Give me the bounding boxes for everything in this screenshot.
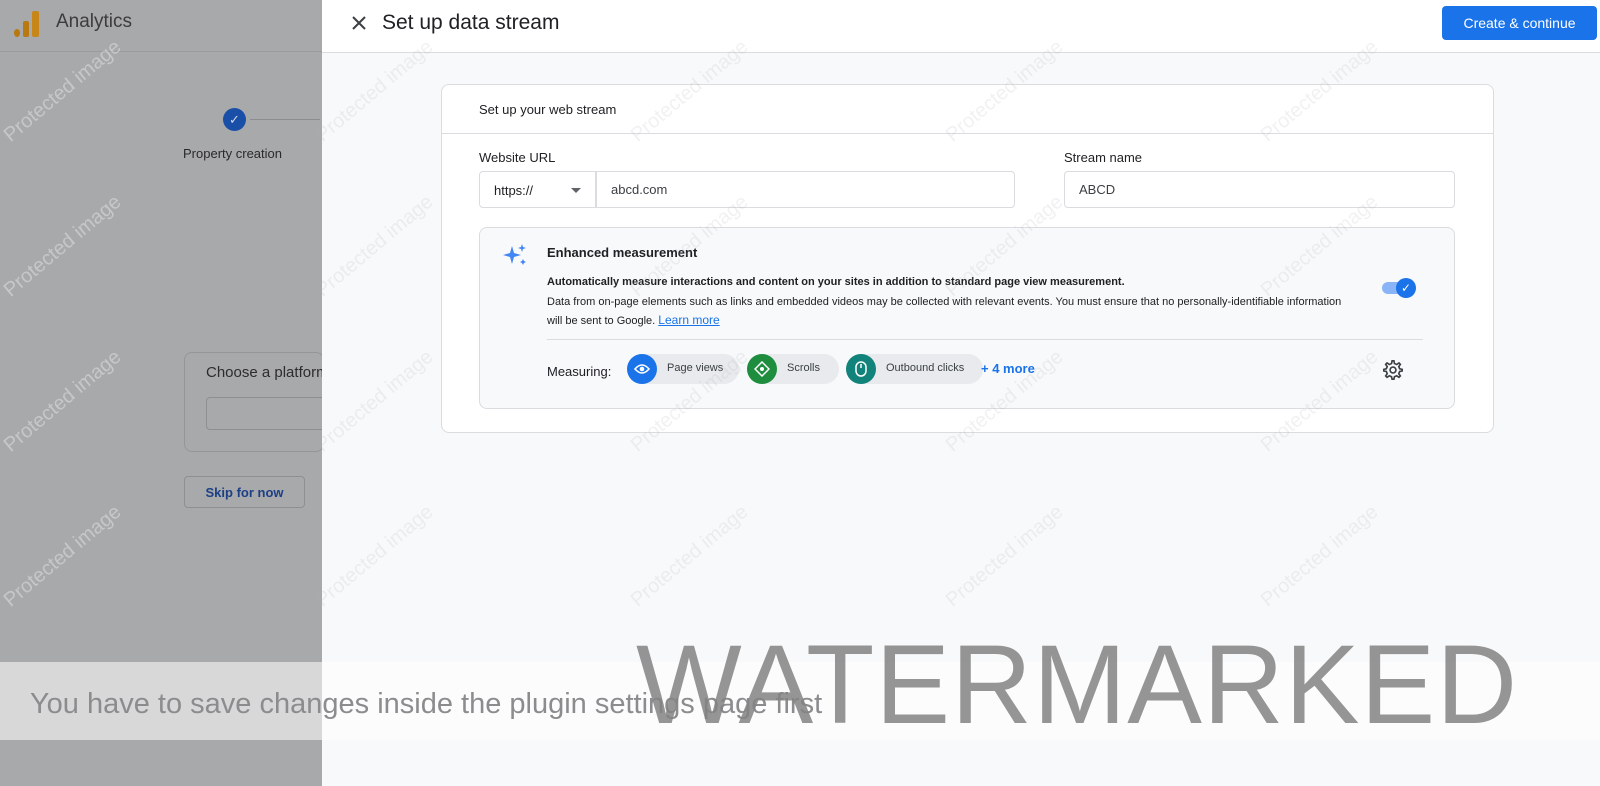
chip-label: Outbound clicks	[886, 362, 965, 374]
enhanced-measurement-title: Enhanced measurement	[547, 245, 698, 260]
panel-header: Set up data stream Create & continue	[322, 0, 1600, 53]
platform-title: Choose a platform	[206, 364, 329, 381]
watermark-tile: Protected image	[0, 190, 126, 302]
analytics-logo-icon	[14, 9, 40, 37]
enhanced-description: Data from on-page elements such as links…	[547, 293, 1347, 330]
website-url-input[interactable]: abcd.com	[596, 171, 1015, 208]
chip-scrolls: Scrolls	[747, 354, 839, 384]
watermark-tile: Protected image	[0, 35, 126, 147]
watermark-tile: Protected image	[311, 190, 438, 302]
eye-icon	[627, 354, 657, 384]
gear-icon[interactable]	[1382, 359, 1404, 381]
watermark-tile: Protected image	[311, 345, 438, 457]
more-measurements-link[interactable]: + 4 more	[981, 361, 1035, 376]
scroll-icon	[747, 354, 777, 384]
create-continue-button[interactable]: Create & continue	[1442, 6, 1597, 40]
watermark-tile: Protected image	[311, 500, 438, 612]
card-heading: Set up your web stream	[479, 102, 617, 117]
learn-more-link[interactable]: Learn more	[658, 313, 719, 327]
stream-name-label: Stream name	[1064, 150, 1143, 165]
step-label: Property creation	[183, 146, 282, 161]
watermark-tile: Protected image	[0, 500, 126, 612]
protocol-select[interactable]: https://	[479, 171, 596, 208]
skip-button[interactable]: Skip for now	[184, 476, 305, 508]
close-icon[interactable]	[349, 13, 369, 33]
measuring-label: Measuring:	[547, 364, 612, 379]
step-connector	[250, 119, 320, 120]
chip-label: Page views	[667, 362, 724, 374]
watermark-tile: Protected image	[626, 500, 753, 612]
chip-page-views: Page views	[627, 354, 739, 384]
enhanced-description-bold: Automatically measure interactions and c…	[547, 276, 1125, 288]
platform-select[interactable]	[206, 397, 326, 430]
card-header: Set up your web stream	[442, 85, 1493, 134]
stream-name-input[interactable]: ABCD	[1064, 171, 1455, 208]
sparkle-icon	[503, 244, 526, 265]
watermark-tile: Protected image	[941, 500, 1068, 612]
enhanced-measurement-box: Enhanced measurement Automatically measu…	[479, 227, 1455, 409]
divider	[547, 339, 1423, 340]
chip-label: Scrolls	[787, 362, 821, 374]
big-watermark: WATERMARKED	[636, 622, 1519, 747]
watermark-tile: Protected image	[1256, 500, 1383, 612]
app-title: Analytics	[56, 11, 133, 32]
dropdown-arrow-icon	[571, 188, 581, 193]
website-url-label: Website URL	[479, 150, 556, 165]
chip-outbound-clicks: Outbound clicks	[846, 354, 983, 384]
toggle-check-icon: ✓	[1396, 278, 1416, 298]
web-stream-card: Set up your web stream Website URL https…	[441, 84, 1494, 433]
step-complete-check-icon: ✓	[223, 108, 246, 131]
mouse-icon	[846, 354, 876, 384]
protocol-value: https://	[494, 183, 534, 198]
watermark-tile: Protected image	[0, 345, 126, 457]
enhanced-measurement-toggle[interactable]: ✓	[1382, 278, 1416, 298]
panel-title: Set up data stream	[382, 11, 560, 34]
